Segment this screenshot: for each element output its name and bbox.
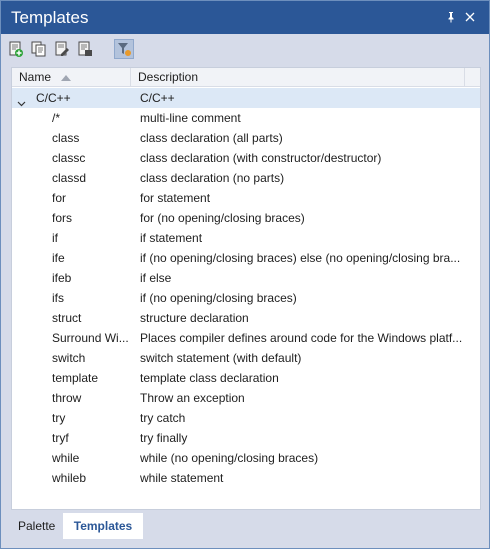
close-icon[interactable] (463, 10, 477, 24)
description-column-label: Description (138, 70, 199, 84)
table-row[interactable]: template template class declaration (12, 368, 480, 388)
group-description: C/C++ (140, 91, 175, 105)
row-name: classd (52, 171, 87, 185)
table-row[interactable]: fors for (no opening/closing braces) (12, 208, 480, 228)
table-row[interactable]: ifeb if else (12, 268, 480, 288)
row-description: class declaration (with constructor/dest… (140, 151, 382, 165)
row-description: if statement (140, 231, 203, 245)
templates-window: Templates Name Description C/C++ C/C++ /… (0, 0, 490, 549)
group-row-cpp[interactable]: C/C++ C/C++ (12, 88, 480, 108)
description-column-header[interactable]: Description (132, 68, 465, 87)
table-row[interactable]: switch switch statement (with default) (12, 348, 480, 368)
title-bar: Templates (1, 1, 489, 34)
bottom-border (1, 540, 489, 548)
row-description: while statement (140, 471, 224, 485)
row-name: switch (52, 351, 86, 365)
row-name: ifeb (52, 271, 72, 285)
table-row[interactable]: while while (no opening/closing braces) (12, 448, 480, 468)
bottom-tabs: Palette Templates (1, 511, 489, 540)
row-name: Surround Wi... (52, 331, 129, 345)
row-description: class declaration (no parts) (140, 171, 285, 185)
table-row[interactable]: if if statement (12, 228, 480, 248)
column-header: Name Description (12, 68, 480, 87)
row-description: for statement (140, 191, 211, 205)
table-row[interactable]: whileb while statement (12, 468, 480, 488)
table-row[interactable]: ife if (no opening/closing braces) else (… (12, 248, 480, 268)
table-row[interactable]: Surround Wi... Places compiler defines ar… (12, 328, 480, 348)
row-description: if (no opening/closing braces) else (no … (140, 251, 461, 265)
row-name: class (52, 131, 80, 145)
row-description: while (no opening/closing braces) (140, 451, 319, 465)
row-description: if else (140, 271, 172, 285)
add-template-icon[interactable] (6, 39, 26, 59)
table-row[interactable]: for for statement (12, 188, 480, 208)
table-row[interactable]: struct structure declaration (12, 308, 480, 328)
row-description: switch statement (with default) (140, 351, 302, 365)
table-row[interactable]: ifs if (no opening/closing braces) (12, 288, 480, 308)
sort-ascending-icon (61, 75, 71, 81)
table-row[interactable]: throw Throw an exception (12, 388, 480, 408)
row-description: try catch (140, 411, 186, 425)
edit-template-icon[interactable] (52, 39, 72, 59)
table-row[interactable]: classd class declaration (no parts) (12, 168, 480, 188)
chevron-down-icon[interactable] (17, 94, 26, 107)
pin-icon[interactable] (444, 10, 458, 24)
row-description: Throw an exception (140, 391, 245, 405)
row-name: throw (52, 391, 82, 405)
table-row[interactable]: /* multi-line comment (12, 108, 480, 128)
templates-list: Name Description C/C++ C/C++ /* multi-lin… (11, 67, 481, 510)
tab-templates[interactable]: Templates (63, 513, 143, 539)
row-name: whileb (52, 471, 87, 485)
copy-template-icon[interactable] (29, 39, 49, 59)
window-title: Templates (11, 8, 89, 27)
table-row[interactable]: classc class declaration (with constructo… (12, 148, 480, 168)
row-description: class declaration (all parts) (140, 131, 283, 145)
row-description: for (no opening/closing braces) (140, 211, 305, 225)
row-description: template class declaration (140, 371, 279, 385)
row-name: struct (52, 311, 82, 325)
row-description: try finally (140, 431, 188, 445)
row-description: structure declaration (140, 311, 249, 325)
row-name: ifs (52, 291, 64, 305)
row-description: if (no opening/closing braces) (140, 291, 297, 305)
table-row[interactable]: tryf try finally (12, 428, 480, 448)
table-row[interactable]: try try catch (12, 408, 480, 428)
name-column-header[interactable]: Name (12, 68, 131, 87)
filter-icon[interactable] (114, 39, 134, 59)
row-name: for (52, 191, 67, 205)
group-name: C/C++ (36, 91, 71, 105)
table-row[interactable]: class class declaration (all parts) (12, 128, 480, 148)
row-name: classc (52, 151, 86, 165)
tab-palette[interactable]: Palette (8, 513, 65, 539)
name-column-label: Name (19, 70, 52, 84)
row-name: if (52, 231, 58, 245)
row-description: Places compiler defines around code for … (140, 331, 463, 345)
row-name: ife (52, 251, 65, 265)
row-description: multi-line comment (140, 111, 241, 125)
row-name: try (52, 411, 66, 425)
row-name: /* (52, 111, 61, 125)
row-name: fors (52, 211, 73, 225)
row-name: while (52, 451, 80, 465)
row-name: template (52, 371, 99, 385)
delete-template-icon[interactable] (75, 39, 95, 59)
row-name: tryf (52, 431, 69, 445)
toolbar (1, 34, 489, 64)
